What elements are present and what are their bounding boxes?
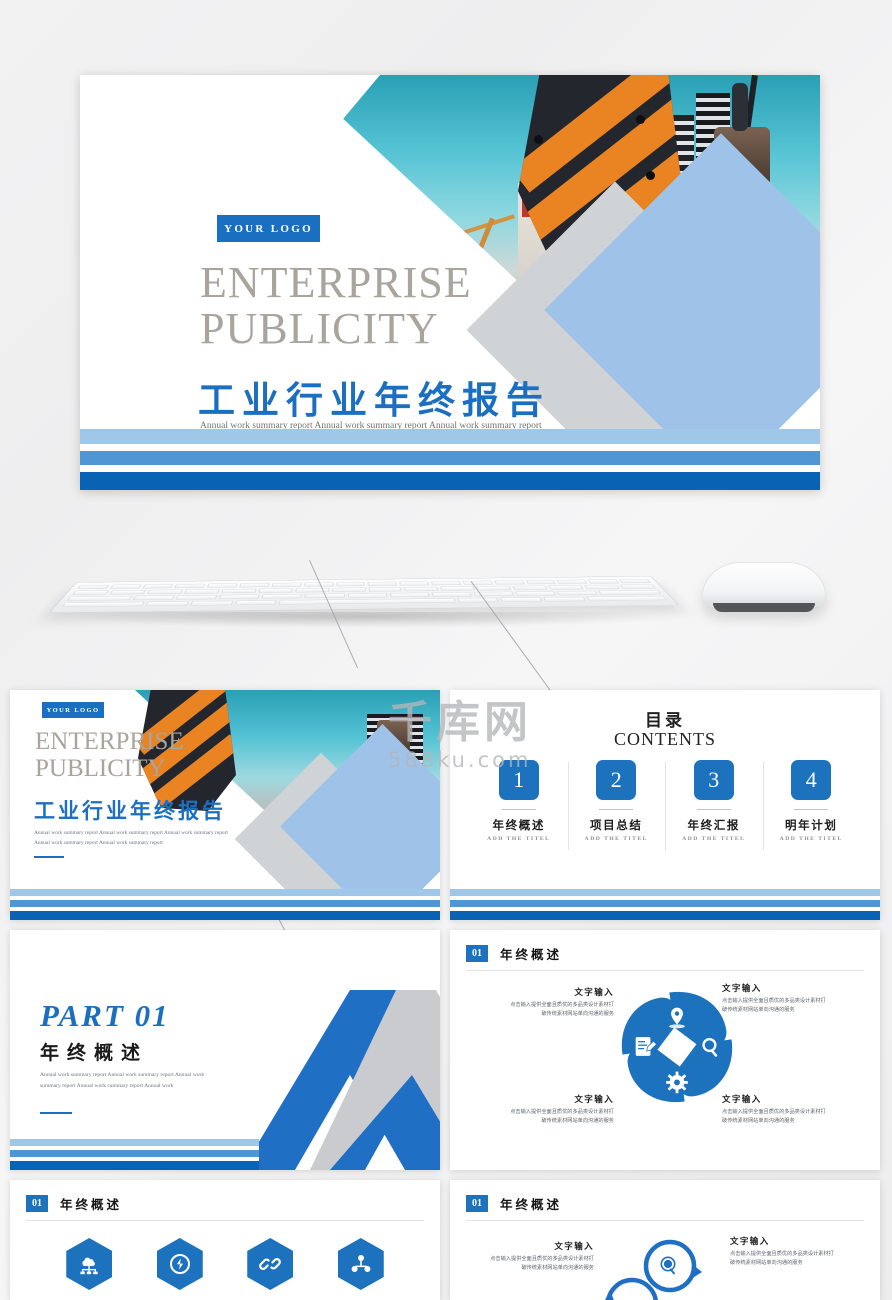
thumbnail-contents-slide[interactable]: 目录 CONTENTS 1 年终概述 ADD THE TITEL 2 项目总结 … <box>450 690 880 920</box>
contents-item-label: 年终汇报 <box>687 818 740 832</box>
cloud-network-icon <box>80 1257 98 1275</box>
pinwheel-text-block: 文字输入 点击输入提供全面且质优的多品类设计素材打破传统素材网站单向沟通的服务 <box>506 986 614 1019</box>
contents-item[interactable]: 1 年终概述 ADD THE TITEL <box>470 760 568 842</box>
keyboard-shadow <box>60 612 675 628</box>
contents-item-label: 年终概述 <box>492 818 545 832</box>
circles-heading: 文字输入 <box>554 1242 594 1252</box>
circles-body: 点击输入提供全面且质优的多品类设计素材打破传统素材网站单向沟通的服务 <box>730 1251 834 1266</box>
contents-title-cn: 目录 <box>645 711 685 731</box>
thumb-logo-chip[interactable]: YOUR LOGO <box>42 702 104 718</box>
contents-number-badge: 1 <box>498 760 539 800</box>
pinwheel-heading: 文字输入 <box>574 988 614 998</box>
logo-chip[interactable]: YOUR LOGO <box>217 215 320 242</box>
section-number-badge: 01 <box>466 1195 488 1212</box>
stripe-dark <box>80 472 820 490</box>
section-title: 年终概述 <box>500 947 563 962</box>
thumb-stripe-bars <box>450 889 880 920</box>
hero-slide: 320kg YOUR LOGO ENTERPRISE PUBLICITY 工业行… <box>80 75 820 490</box>
part-label: PART 01 <box>40 998 170 1033</box>
stripe-mid <box>80 451 820 465</box>
pinwheel-heading: 文字输入 <box>574 1095 614 1105</box>
contents-item-label: 明年计划 <box>785 818 838 832</box>
contents-number-badge: 3 <box>693 760 734 800</box>
pinwheel-body: 点击输入提供全面且质优的多品类设计素材打破传统素材网站单向沟通的服务 <box>722 998 826 1013</box>
mouse-mockup <box>702 562 826 612</box>
thumb-stripe-bars <box>10 889 440 920</box>
tower-crane-jib <box>447 214 515 240</box>
hero-en-line1: ENTERPRISE <box>200 258 472 307</box>
section-number-badge: 01 <box>466 945 488 962</box>
hexagon-item[interactable] <box>247 1238 294 1290</box>
thumbnail-part-slide[interactable]: PART 01 年终概述 Annual work summary report … <box>10 930 440 1170</box>
thumb-subtitle: Annual work summary report Annual work s… <box>34 830 228 846</box>
pinwheel-text-block: 文字输入 点击输入提供全面且质优的多品类设计素材打破传统素材网站单向沟通的服务 <box>722 982 830 1015</box>
link-chain-icon <box>259 1258 282 1270</box>
contents-item[interactable]: 4 明年计划 ADD THE TITEL <box>762 760 861 850</box>
contents-item-sub: ADD THE TITEL <box>682 836 746 842</box>
pinwheel-body: 点击输入提供全面且质优的多品类设计素材打破传统素材网站单向沟通的服务 <box>510 1109 614 1124</box>
pinwheel-heading: 文字输入 <box>722 1095 762 1105</box>
part-chinese-title: 年终概述 <box>40 1042 149 1064</box>
circles-text-block: 文字输入 点击输入提供全面且质优的多品类设计素材打破传统素材网站单向沟通的服务 <box>486 1240 594 1273</box>
pinwheel-heading: 文字输入 <box>722 984 762 994</box>
part-accent-rule <box>40 1112 72 1114</box>
contents-item-sub: ADD THE TITEL <box>584 836 648 842</box>
contents-item-label: 项目总结 <box>590 818 643 832</box>
thumb-english-title: ENTERPRISE PUBLICITY <box>35 728 205 782</box>
circles-heading: 文字输入 <box>730 1237 770 1247</box>
gear-icon <box>666 1071 688 1094</box>
pinwheel-text-block: 文字输入 点击输入提供全面且质优的多品类设计素材打破传统素材网站单向沟通的服务 <box>722 1093 830 1126</box>
poster-stage: 320kg YOUR LOGO ENTERPRISE PUBLICITY 工业行… <box>0 0 892 1300</box>
contents-number-badge: 2 <box>596 760 637 800</box>
share-nodes-icon <box>351 1255 371 1272</box>
circular-arrow-diagram <box>605 1239 702 1300</box>
thumbnail-pinwheel-slide[interactable]: 01 年终概述 文字输入 点击输入提供全面且质优的多品类设计素材打破传统素材网站… <box>450 930 880 1170</box>
thumbnail-hexagon-slide[interactable]: 01 年终概述 <box>10 1180 440 1300</box>
contents-item-sub: ADD THE TITEL <box>487 836 551 842</box>
circles-body: 点击输入提供全面且质优的多品类设计素材打破传统素材网站单向沟通的服务 <box>490 1256 594 1271</box>
pinwheel-body: 点击输入提供全面且质优的多品类设计素材打破传统素材网站单向沟通的服务 <box>722 1109 826 1124</box>
contents-title-en: CONTENTS <box>614 729 716 749</box>
hero-en-line2: PUBLICITY <box>200 304 439 353</box>
hexagon-item[interactable] <box>66 1238 113 1290</box>
power-bolt-icon <box>169 1254 190 1274</box>
hero-chinese-title: 工业行业年终报告 <box>198 379 550 422</box>
contents-item-sub: ADD THE TITEL <box>779 836 843 842</box>
pinwheel-body: 点击输入提供全面且质优的多品类设计素材打破传统素材网站单向沟通的服务 <box>510 1002 614 1017</box>
hero-stripe-bars <box>80 429 820 490</box>
thumbnail-cover-slide[interactable]: YOUR LOGO ENTERPRISE PUBLICITY 工业行业年终报告 … <box>10 690 440 920</box>
thumb-chinese-title: 工业行业年终报告 <box>34 799 226 823</box>
contents-item[interactable]: 2 项目总结 ADD THE TITEL <box>567 760 666 850</box>
section-title: 年终概述 <box>500 1197 563 1212</box>
keyboard-mockup <box>48 576 680 614</box>
hexagon-row <box>10 1238 440 1290</box>
circles-text-block: 文字输入 点击输入提供全面且质优的多品类设计素材打破传统素材网站单向沟通的服务 <box>730 1235 838 1268</box>
contents-item-list: 1 年终概述 ADD THE TITEL 2 项目总结 ADD THE TITE… <box>470 760 861 850</box>
stripe-light <box>80 429 820 444</box>
hexagon-item[interactable] <box>156 1238 203 1290</box>
thumb-accent-rule <box>34 856 64 858</box>
hero-english-title: ENTERPRISE PUBLICITY <box>200 260 500 352</box>
section-header: 01 年终概述 <box>466 944 864 971</box>
pinwheel-diagram <box>621 991 733 1103</box>
magnifier-icon <box>660 1256 676 1275</box>
hexagon-item[interactable] <box>337 1238 384 1290</box>
pinwheel-text-block: 文字输入 点击输入提供全面且质优的多品类设计素材打破传统素材网站单向沟通的服务 <box>506 1093 614 1126</box>
section-header: 01 年终概述 <box>26 1194 424 1221</box>
part-subtitle: Annual work summary report Annual work s… <box>40 1072 205 1089</box>
thumb-stripe-bars <box>10 1139 260 1170</box>
thumb-en-line2: PUBLICITY <box>35 755 166 782</box>
contents-item[interactable]: 3 年终汇报 ADD THE TITEL <box>665 760 763 850</box>
thumbnail-circles-slide[interactable]: 01 年终概述 文字输入 点击输入提供全面且质优的多品类设计素材打破传统素材网站… <box>450 1180 880 1300</box>
thumb-en-line1: ENTERPRISE <box>35 728 184 755</box>
section-title: 年终概述 <box>60 1197 123 1212</box>
contents-number-badge: 4 <box>791 760 832 800</box>
section-header: 01 年终概述 <box>466 1194 864 1221</box>
section-number-badge: 01 <box>26 1195 48 1212</box>
